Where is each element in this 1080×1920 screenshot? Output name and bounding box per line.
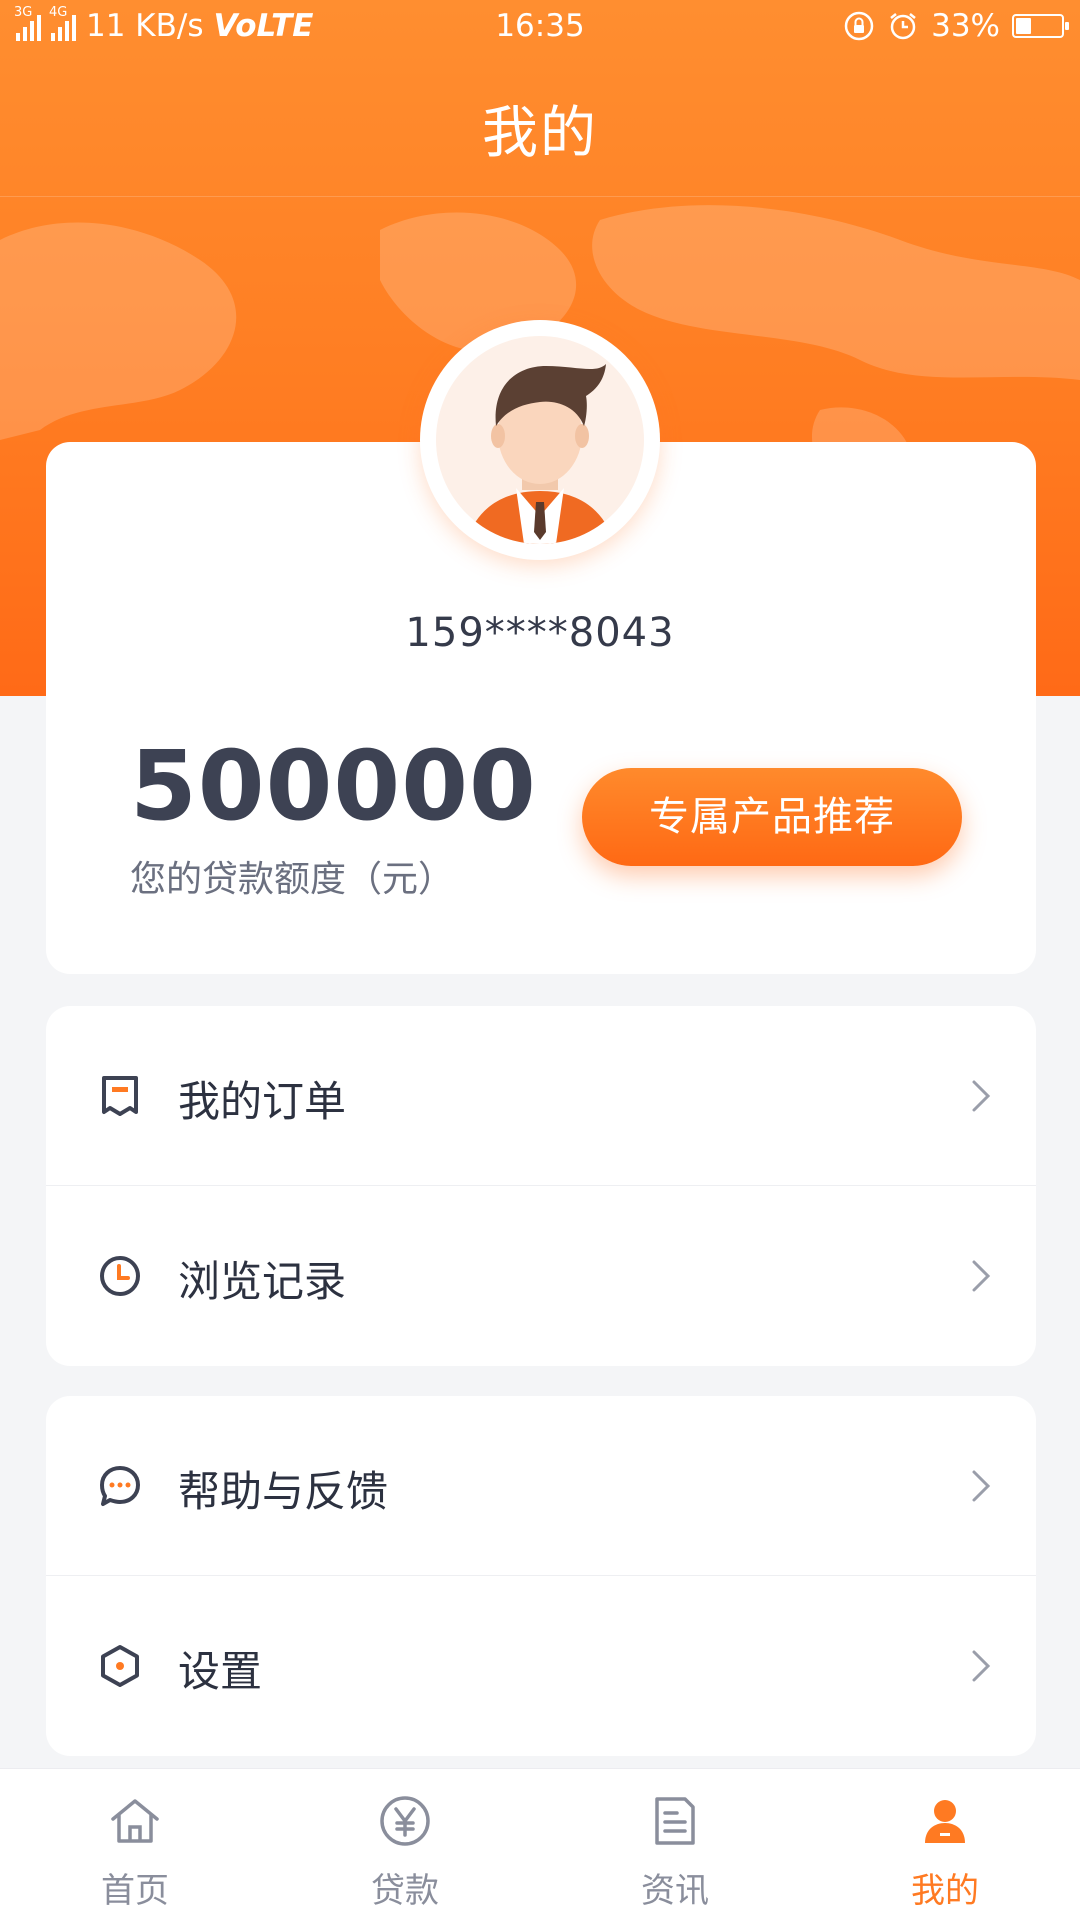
avatar-image	[436, 336, 644, 544]
bottom-nav: 首页 贷款 资讯 我的	[0, 1768, 1080, 1920]
battery-icon	[1012, 14, 1069, 38]
menu-item-my-orders[interactable]: 我的订单	[46, 1006, 1036, 1186]
menu-card-orders: 我的订单 浏览记录	[46, 1006, 1036, 1366]
tab-news[interactable]: 资讯	[540, 1769, 810, 1920]
tab-label: 贷款	[371, 1871, 439, 1911]
menu-label: 设置	[178, 1647, 263, 1696]
menu-card-support: 帮助与反馈 设置	[46, 1396, 1036, 1756]
avatar[interactable]	[420, 320, 660, 560]
user-avatar-icon	[466, 364, 614, 544]
chevron-right-icon	[972, 1470, 991, 1502]
home-icon	[111, 1799, 159, 1843]
loan-limit-amount: 500000	[130, 730, 537, 842]
chat-bubble-icon	[100, 1466, 140, 1506]
status-bar: 3G 4G 11 KB/s VoLTE 16:35 33%	[0, 0, 1080, 56]
menu-item-settings[interactable]: 设置	[46, 1576, 1036, 1756]
settings-hexagon-icon	[101, 1645, 139, 1687]
rotation-lock-icon	[844, 11, 874, 41]
tab-mine[interactable]: 我的	[810, 1769, 1080, 1920]
order-icon	[102, 1076, 138, 1116]
chevron-right-icon	[972, 1260, 991, 1292]
chevron-right-icon	[972, 1080, 991, 1112]
menu-label: 我的订单	[178, 1077, 347, 1126]
menu-label: 浏览记录	[178, 1257, 347, 1306]
user-phone: 159****8043	[405, 610, 675, 656]
tab-label: 首页	[101, 1871, 169, 1911]
tab-loan[interactable]: 贷款	[270, 1769, 540, 1920]
profile-page: 3G 4G 11 KB/s VoLTE 16:35 33% 我的 159****…	[0, 0, 1080, 1920]
page-title: 我的	[482, 101, 598, 166]
loan-limit-label: 您的贷款额度（元）	[130, 859, 455, 900]
news-icon	[655, 1797, 695, 1845]
header-divider	[0, 196, 1080, 197]
clock-icon	[100, 1256, 140, 1296]
status-right: 33%	[843, 8, 1069, 44]
menu-item-help-feedback[interactable]: 帮助与反馈	[46, 1396, 1036, 1576]
menu-label: 帮助与反馈	[178, 1467, 389, 1516]
tab-home[interactable]: 首页	[0, 1769, 270, 1920]
yuan-icon	[380, 1796, 430, 1846]
menu-item-browse-history[interactable]: 浏览记录	[46, 1186, 1036, 1366]
tab-label: 我的	[911, 1871, 979, 1911]
battery-percent: 33%	[931, 8, 1000, 44]
chevron-right-icon	[972, 1650, 991, 1682]
tab-label: 资讯	[641, 1871, 709, 1911]
recommend-products-button[interactable]: 专属产品推荐	[582, 768, 962, 866]
alarm-icon	[890, 13, 916, 40]
user-icon	[925, 1800, 965, 1843]
